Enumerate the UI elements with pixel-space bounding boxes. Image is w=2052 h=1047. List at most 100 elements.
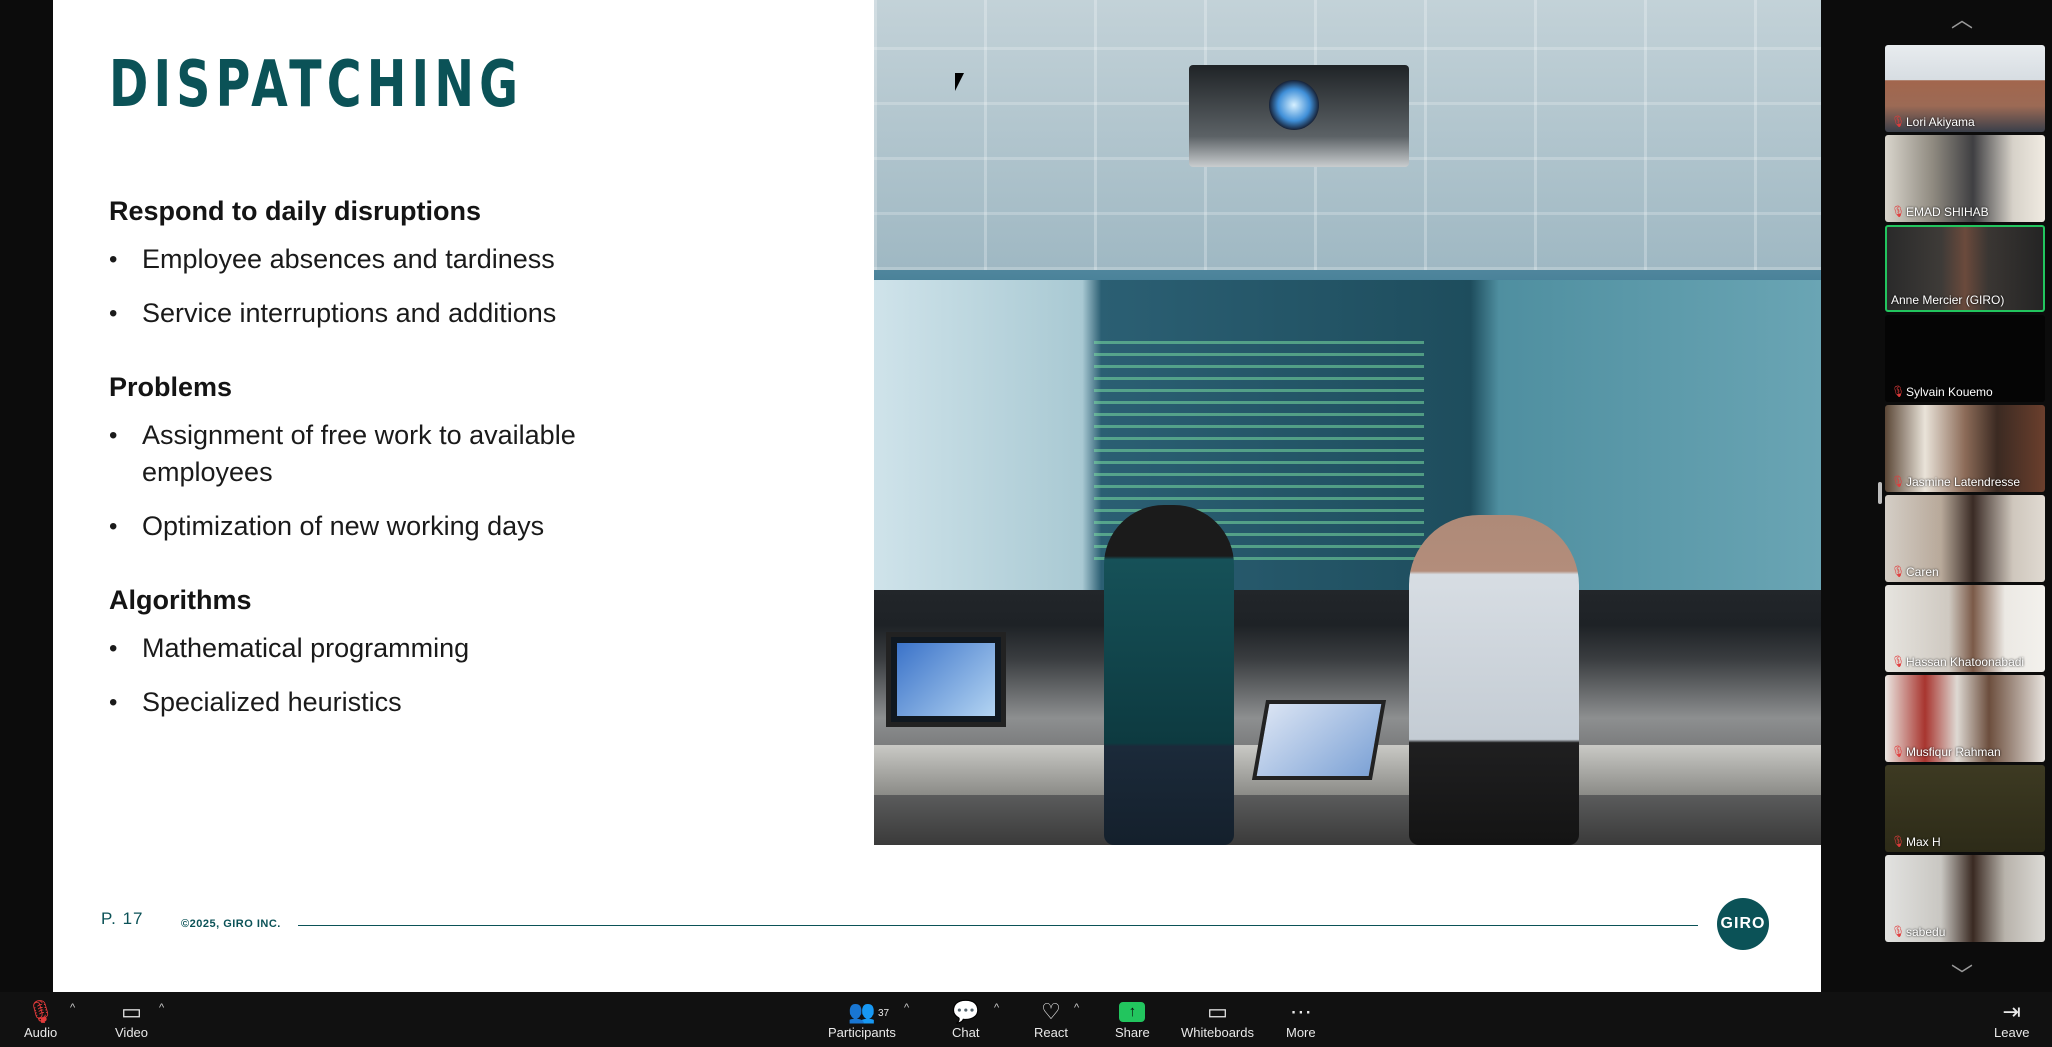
participants-icon: 👥 <box>848 999 876 1024</box>
participant-name: Jasmine Latendresse <box>1906 475 2021 489</box>
participant-name: Anne Mercier (GIRO) <box>1891 293 2005 307</box>
footer-divider <box>298 925 1698 926</box>
react-label: React <box>1034 1025 1068 1040</box>
monitor-display <box>897 643 995 716</box>
participant-tile-active-speaker[interactable]: Anne Mercier (GIRO) <box>1885 225 2045 312</box>
bullet-dot: • <box>109 635 118 662</box>
whiteboards-button[interactable]: ▭ Whiteboards <box>1181 998 1254 1040</box>
mic-muted-icon: 🎙 <box>1891 926 1905 938</box>
meeting-toolbar: 🎙 Audio ^ ▭ Video ^ 👥 37 Participants ^ … <box>0 992 2052 1047</box>
share-label: Share <box>1115 1025 1150 1040</box>
chat-button[interactable]: 💬 Chat <box>952 998 979 1040</box>
participant-name: Max H <box>1906 835 1941 849</box>
giro-logo: GIRO <box>1717 898 1769 950</box>
mic-muted-icon: 🎙 <box>1891 656 1905 668</box>
chevron-up-icon[interactable]: ︿ <box>1951 2 1973 34</box>
participant-name: sabedu <box>1906 925 1946 939</box>
shared-slide: DISPATCHING Respond to daily disruptions… <box>53 0 1821 992</box>
bullet-list-algorithms: • Mathematical programming • Specialized h… <box>109 630 709 721</box>
participants-label: Participants <box>828 1025 896 1040</box>
heart-icon: ♡ <box>1041 999 1061 1024</box>
audio-label: Audio <box>24 1025 58 1040</box>
participant-tile[interactable]: 🎙 Sylvain Kouemo <box>1885 315 2045 402</box>
participant-tile[interactable]: 🎙 Max H <box>1885 765 2045 852</box>
participant-tile[interactable]: 🎙 Musfiqur Rahman <box>1885 675 2045 762</box>
slide-title: DISPATCHING <box>109 48 524 122</box>
audio-options-caret-icon[interactable]: ^ <box>70 1002 75 1014</box>
participant-tile[interactable]: 🎙 Lori Akiyama <box>1885 45 2045 132</box>
leave-door-icon: ⇥ <box>2002 999 2021 1024</box>
participant-tile[interactable]: 🎙 Jasmine Latendresse <box>1885 405 2045 492</box>
mic-muted-icon: 🎙 <box>1891 476 1905 488</box>
photo-person-seated <box>1409 515 1579 845</box>
more-button[interactable]: ⋯ More <box>1286 998 1316 1040</box>
photo-person-standing <box>1104 505 1234 845</box>
photo-monitor <box>886 632 1006 727</box>
chat-label: Chat <box>952 1025 980 1040</box>
section-heading-disruptions: Respond to daily disruptions <box>109 196 482 226</box>
mic-muted-icon: 🎙 <box>1891 386 1905 398</box>
bullet-dot: • <box>109 422 118 449</box>
bullet-item: • Assignment of free work to available em… <box>109 417 709 491</box>
mic-muted-icon: 🎙 <box>1891 836 1905 848</box>
video-label: Video <box>115 1025 149 1040</box>
chat-icon: 💬 <box>952 999 980 1024</box>
react-button[interactable]: ♡ React <box>1034 998 1068 1040</box>
mic-muted-icon: 🎙 <box>1891 746 1905 758</box>
meeting-window: DISPATCHING Respond to daily disruptions… <box>0 0 2052 1047</box>
section-heading-algorithms: Algorithms <box>109 585 252 615</box>
participant-name: Lori Akiyama <box>1906 115 1975 129</box>
participants-button[interactable]: 👥 37 Participants <box>828 998 896 1040</box>
share-screen-icon: ↑ <box>1119 1002 1146 1022</box>
control-room-photo <box>874 0 1821 845</box>
mic-muted-icon: 🎙 <box>1891 116 1905 128</box>
section-heading-problems: Problems <box>109 372 233 402</box>
gallery-resize-handle[interactable] <box>1878 482 1882 504</box>
video-options-caret-icon[interactable]: ^ <box>159 1002 164 1014</box>
video-button[interactable]: ▭ Video <box>115 998 148 1040</box>
leave-button[interactable]: ⇥ Leave <box>1994 998 2029 1040</box>
more-dots-icon: ⋯ <box>1289 999 1312 1024</box>
chat-options-caret-icon[interactable]: ^ <box>994 1002 999 1014</box>
bullet-list-problems: • Assignment of free work to available em… <box>109 417 709 545</box>
mouse-cursor-icon <box>955 73 964 91</box>
bullet-list-disruptions: • Employee absences and tardiness • Servic… <box>109 241 709 332</box>
bullet-item: • Employee absences and tardiness <box>109 241 709 278</box>
mic-muted-icon: 🎙 <box>1891 206 1905 218</box>
video-camera-icon: ▭ <box>121 999 142 1024</box>
bullet-dot: • <box>109 300 118 327</box>
leave-label: Leave <box>1994 1025 2030 1040</box>
copyright-text: ©2025, GIRO INC. <box>181 918 281 930</box>
bullet-item: • Service interruptions and additions <box>109 295 709 332</box>
participant-gallery: ︿ 🎙 Lori Akiyama 🎙 EMAD SHIHAB Anne Merc… <box>1885 0 2052 992</box>
participant-name: Caren <box>1906 565 1939 579</box>
share-button[interactable]: ↑ Share <box>1115 998 1150 1040</box>
participant-tile[interactable]: 🎙 Hassan Khatoonabadi <box>1885 585 2045 672</box>
whiteboards-label: Whiteboards <box>1181 1025 1254 1040</box>
audio-button[interactable]: 🎙 Audio <box>24 998 57 1040</box>
bullet-item: • Specialized heuristics <box>109 684 709 721</box>
react-options-caret-icon[interactable]: ^ <box>1074 1002 1079 1014</box>
participants-count: 37 <box>878 1008 890 1019</box>
participant-name: Sylvain Kouemo <box>1906 385 1993 399</box>
slide-content: Respond to daily disruptions • Employee a… <box>109 196 709 761</box>
participant-tile[interactable]: 🎙 EMAD SHIHAB <box>1885 135 2045 222</box>
bullet-item: • Mathematical programming <box>109 630 709 667</box>
participants-options-caret-icon[interactable]: ^ <box>904 1002 909 1014</box>
participant-name: Hassan Khatoonabadi <box>1906 655 2025 669</box>
bullet-dot: • <box>109 689 118 716</box>
whiteboard-icon: ▭ <box>1207 999 1228 1024</box>
chevron-down-icon[interactable]: ﹀ <box>1951 958 1973 990</box>
slide-footer: P. 17 ©2025, GIRO INC. GIRO <box>53 890 1821 950</box>
participant-tile[interactable]: 🎙 Caren <box>1885 495 2045 582</box>
participant-tile[interactable]: 🎙 sabedu <box>1885 855 2045 942</box>
mic-muted-icon: 🎙 <box>1891 566 1905 578</box>
participant-name: EMAD SHIHAB <box>1906 205 1989 219</box>
bullet-item: • Optimization of new working days <box>109 508 709 545</box>
photo-laptop <box>1251 700 1387 780</box>
page-number: P. 17 <box>101 909 144 928</box>
more-label: More <box>1286 1025 1316 1040</box>
projector-lens <box>1269 80 1319 130</box>
mic-muted-icon: 🎙 <box>26 999 55 1024</box>
bullet-dot: • <box>109 513 118 540</box>
